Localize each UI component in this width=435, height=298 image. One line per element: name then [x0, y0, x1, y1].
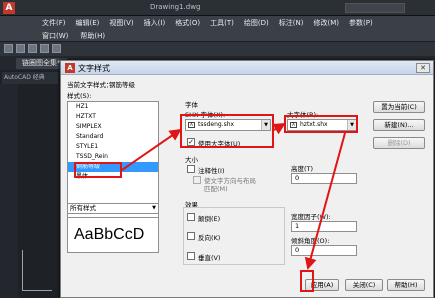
- list-item[interactable]: HZTXT: [68, 112, 158, 122]
- current-style-label: 当前文字样式：: [67, 81, 113, 89]
- upside-down-label: 颠倒(E): [198, 215, 221, 223]
- print-icon[interactable]: [40, 44, 49, 53]
- left-tool-rail: [0, 84, 18, 298]
- text-style-dialog: A 文字样式 ✕ 当前文字样式： 钢筋等级 样式(S): HZ1 HZTXT S…: [60, 60, 434, 298]
- backwards-checkbox[interactable]: [187, 232, 195, 240]
- annotative-label: 注释性(I): [198, 167, 225, 175]
- font-group-label: 字体: [185, 101, 198, 109]
- menu-help[interactable]: 帮助(H): [78, 31, 107, 41]
- tab-drawing[interactable]: 链圈图全集*: [16, 58, 67, 69]
- list-item[interactable]: SIMPLEX: [68, 122, 158, 132]
- delete-button[interactable]: 删除(D): [373, 137, 425, 149]
- app-title: Drawing1.dwg: [150, 3, 201, 11]
- menu-insert[interactable]: 插入(I): [142, 18, 168, 28]
- upside-down-checkbox[interactable]: [187, 213, 195, 221]
- size-group-label: 大小: [185, 156, 198, 164]
- new-file-icon[interactable]: [4, 44, 13, 53]
- cad-line: [22, 290, 52, 291]
- vertical-label: 垂直(V): [198, 254, 221, 262]
- current-style-value: 钢筋等级: [109, 81, 135, 89]
- autocad-logo-icon[interactable]: A: [3, 2, 15, 14]
- highlight-font-settings: [180, 114, 274, 148]
- menu-draw[interactable]: 绘图(D): [242, 18, 271, 28]
- styles-label: 样式(S):: [67, 92, 92, 100]
- menu-tools[interactable]: 工具(T): [208, 18, 236, 28]
- close-icon[interactable]: ✕: [416, 63, 430, 73]
- vertical-checkbox[interactable]: [187, 252, 195, 260]
- menu-window[interactable]: 窗口(W): [40, 31, 70, 41]
- menu-parameters[interactable]: 参数(P): [347, 18, 375, 28]
- open-file-icon[interactable]: [16, 44, 25, 53]
- new-button[interactable]: 新建(N)...: [373, 119, 425, 131]
- match-orientation-label-2: 匹配(M): [204, 185, 228, 193]
- close-button[interactable]: 关闭(C): [345, 279, 383, 291]
- style-filter-select[interactable]: 所有样式 ▼: [67, 203, 159, 214]
- chevron-down-icon: ▼: [152, 205, 156, 211]
- list-item[interactable]: HZ1: [68, 102, 158, 112]
- backwards-label: 反向(K): [198, 234, 221, 242]
- width-factor-label: 宽度因子(W):: [291, 213, 331, 221]
- annotative-checkbox[interactable]: [187, 165, 195, 173]
- highlight-big-font: [284, 115, 358, 133]
- screen: A Drawing1.dwg 文件(F) 编辑(E) 视图(V) 插入(I) 格…: [0, 0, 435, 298]
- menubar-row2: 窗口(W) 帮助(H): [0, 30, 435, 42]
- style-preview: AaBbCcD: [67, 217, 159, 253]
- app-titlebar: A Drawing1.dwg: [0, 0, 435, 16]
- menu-format[interactable]: 格式(O): [173, 18, 202, 28]
- undo-icon[interactable]: [52, 44, 61, 53]
- menu-modify[interactable]: 修改(M): [311, 18, 341, 28]
- toolbar: [0, 42, 435, 56]
- autocad-logo-icon: A: [65, 63, 75, 73]
- menu-dimension[interactable]: 标注(N): [277, 18, 306, 28]
- dialog-title: 文字样式: [78, 64, 110, 73]
- menubar: 文件(F) 编辑(E) 视图(V) 插入(I) 格式(O) 工具(T) 绘图(D…: [0, 16, 435, 30]
- oblique-angle-input[interactable]: 0: [291, 245, 357, 256]
- menu-file[interactable]: 文件(F): [40, 18, 68, 28]
- height-input[interactable]: 0: [291, 173, 357, 184]
- filter-value: 所有样式: [70, 204, 96, 212]
- list-item[interactable]: STYLE1: [68, 142, 158, 152]
- width-factor-input[interactable]: 1: [291, 221, 357, 232]
- set-current-button[interactable]: 置为当前(C): [373, 101, 425, 113]
- highlight-selected-style: [74, 162, 122, 178]
- list-item[interactable]: TSSD_Rein: [68, 152, 158, 162]
- workspace-label[interactable]: AutoCAD 经典: [2, 72, 58, 84]
- menu-edit[interactable]: 编辑(E): [74, 18, 102, 28]
- help-button[interactable]: 帮助(H): [387, 279, 425, 291]
- highlight-apply-button: [300, 270, 314, 292]
- oblique-angle-label: 倾斜角度(O):: [291, 237, 330, 245]
- search-input[interactable]: [345, 3, 405, 13]
- preview-text: AaBbCcD: [74, 226, 145, 243]
- menu-view[interactable]: 视图(V): [107, 18, 135, 28]
- height-label: 高度(T): [291, 165, 314, 173]
- list-item[interactable]: Standard: [68, 132, 158, 142]
- save-icon[interactable]: [28, 44, 37, 53]
- dialog-titlebar[interactable]: A 文字样式 ✕: [61, 61, 433, 75]
- match-orientation-checkbox[interactable]: [193, 176, 201, 184]
- cad-line: [22, 250, 23, 290]
